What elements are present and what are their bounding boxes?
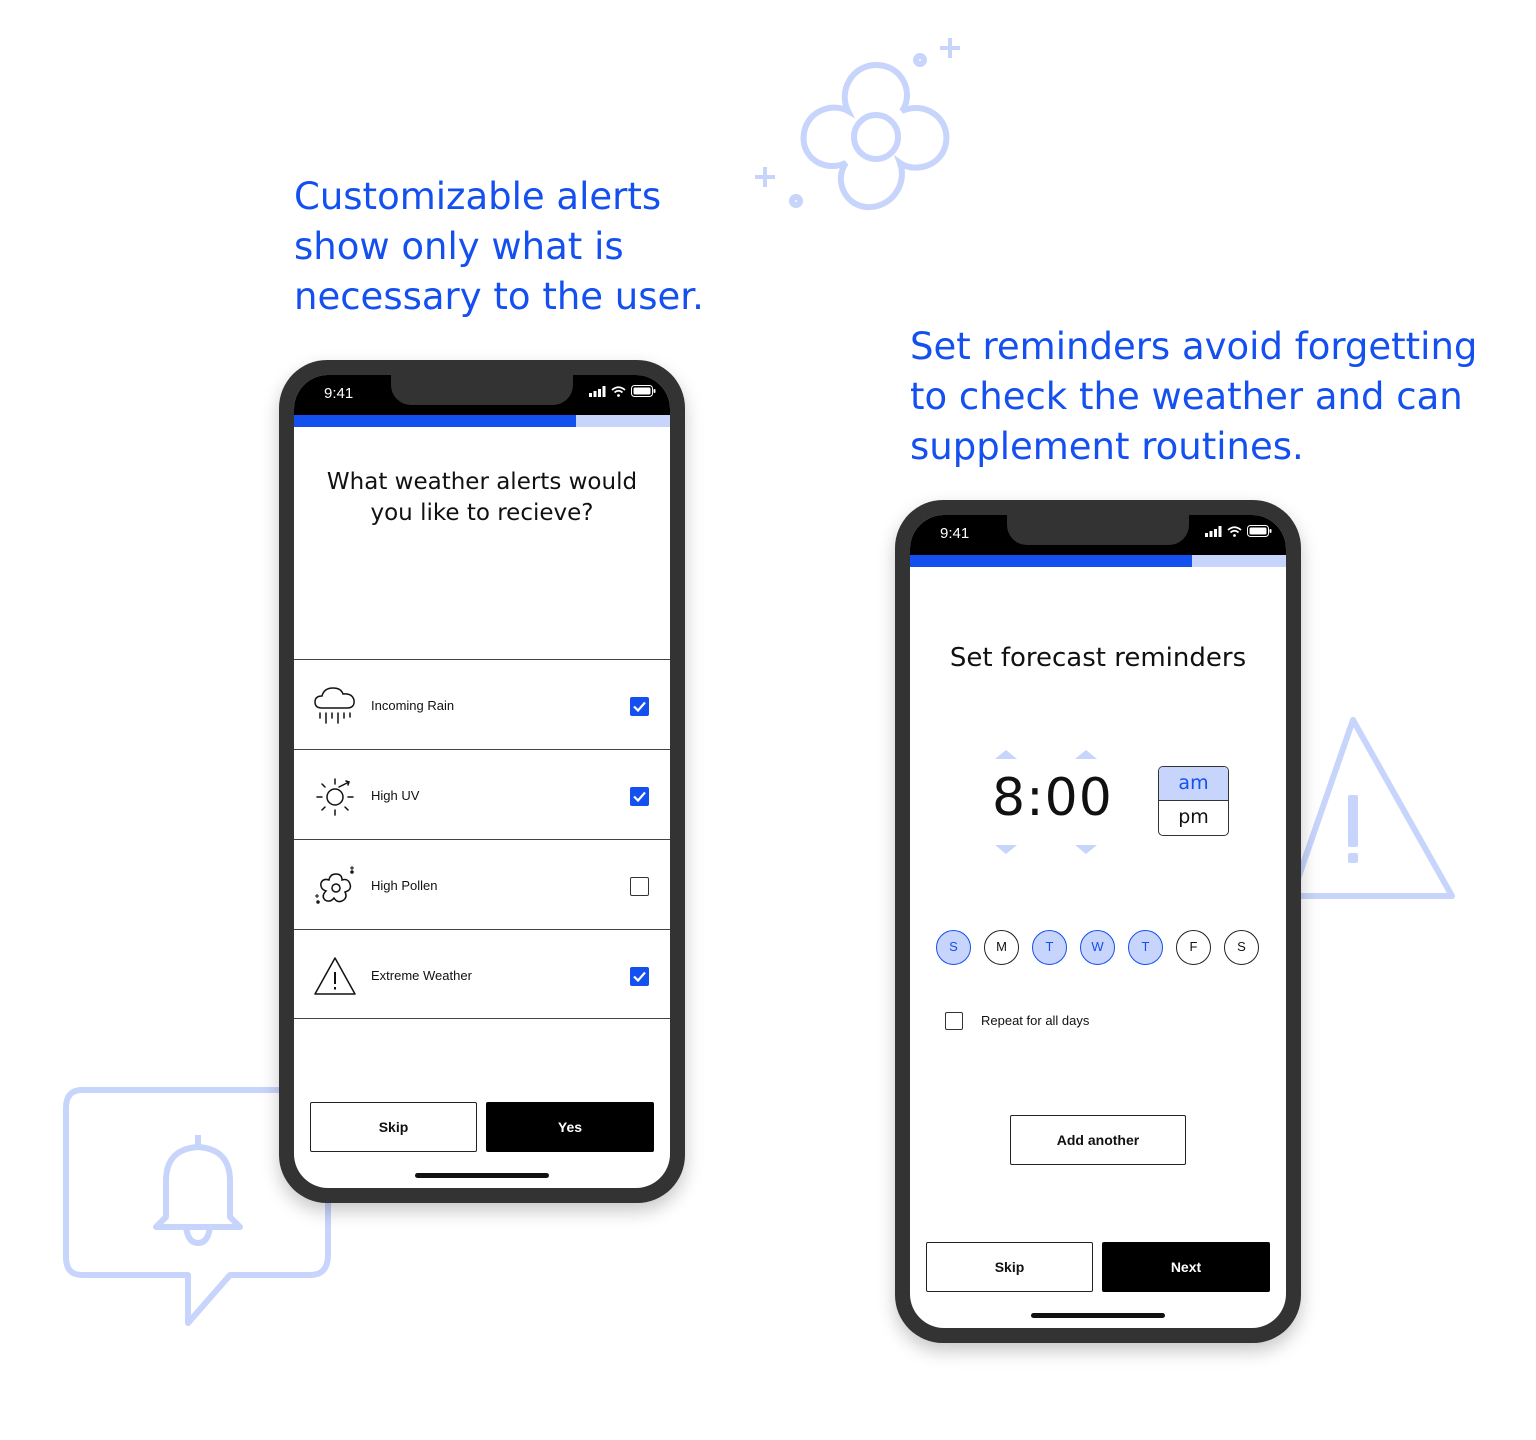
status-time: 9:41 [324,385,354,402]
pm-option[interactable]: pm [1159,801,1228,835]
battery-icon [631,385,656,397]
flower-icon [755,38,960,211]
home-indicator [415,1173,549,1178]
day-tuesday[interactable]: T [1032,930,1067,965]
alert-checkbox[interactable] [630,697,649,716]
warning-triangle-icon [1290,717,1455,899]
wifi-icon [1227,525,1242,537]
rain-cloud-icon [314,687,355,724]
pollen-flower-icon [315,866,354,904]
minute-up-arrow[interactable] [1075,750,1097,759]
minute-down-arrow[interactable] [1075,845,1097,854]
day-friday[interactable]: F [1176,930,1211,965]
caption-line: Customizable alerts [294,175,662,218]
alert-row-high-pollen[interactable]: High Pollen [294,839,670,929]
caption-line: supplement routines. [910,425,1304,468]
notch [391,375,573,405]
repeat-label: Repeat for all days [981,1013,1090,1028]
caption-customizable-alerts: Customizable alerts show only what is ne… [294,172,704,322]
hour-up-arrow[interactable] [995,750,1017,759]
am-option[interactable]: am [1159,767,1228,801]
question-title: What weather alerts would you like to re… [294,467,670,529]
question-line: you like to recieve? [370,500,594,526]
phone-screen: 9:41 What weather alerts would you like … [294,375,670,1188]
skip-button[interactable]: Skip [926,1242,1093,1292]
signal-icon [589,385,606,397]
alert-label: High Pollen [371,878,438,893]
progress-bar [294,415,670,427]
day-monday[interactable]: M [984,930,1019,965]
status-icons [1205,525,1272,537]
caption-line: Set reminders avoid forgetting [910,325,1478,368]
sun-icon [316,778,354,816]
caption-set-reminders: Set reminders avoid forgetting to check … [910,322,1477,472]
status-bar: 9:41 [294,375,670,415]
alert-label: Incoming Rain [371,698,455,713]
ampm-toggle[interactable]: am pm [1158,766,1229,836]
next-button[interactable]: Next [1102,1242,1270,1292]
wifi-icon [611,385,626,397]
skip-button[interactable]: Skip [310,1102,477,1152]
status-icons [589,385,656,397]
alert-label: High UV [371,788,420,803]
alert-checkbox[interactable] [630,877,649,896]
checkmark-icon [633,701,646,713]
alert-row-high-uv[interactable]: High UV [294,749,670,839]
phone-screen: 9:41 Set forecast reminders 8:00 am pm S… [910,515,1286,1328]
day-thursday[interactable]: T [1128,930,1163,965]
add-another-button[interactable]: Add another [1010,1115,1186,1165]
progress-fill [294,415,576,427]
status-time: 9:41 [940,525,970,542]
phone-reminders: 9:41 Set forecast reminders 8:00 am pm S… [895,500,1301,1343]
yes-button[interactable]: Yes [486,1102,654,1152]
day-saturday[interactable]: S [1224,930,1259,965]
time-value[interactable]: 8:00 [992,768,1113,828]
caption-line: necessary to the user. [294,275,704,318]
signal-icon [1205,525,1222,537]
alert-checkbox[interactable] [630,967,649,986]
alert-row-incoming-rain[interactable]: Incoming Rain [294,659,670,749]
progress-fill [910,555,1192,567]
reminders-title: Set forecast reminders [949,643,1247,673]
caption-line: to check the weather and can [910,375,1463,418]
hour-down-arrow[interactable] [995,845,1017,854]
status-bar: 9:41 [910,515,1286,555]
battery-icon [1247,525,1272,537]
progress-bar [910,555,1286,567]
checkmark-icon [633,971,646,983]
day-sunday[interactable]: S [936,930,971,965]
alert-label: Extreme Weather [371,968,472,983]
repeat-checkbox[interactable] [945,1012,963,1030]
warning-icon [314,957,356,995]
notch [1007,515,1189,545]
caption-line: show only what is [294,225,624,268]
alert-checkbox[interactable] [630,787,649,806]
checkmark-icon [633,791,646,803]
day-wednesday[interactable]: W [1080,930,1115,965]
question-line: What weather alerts would [326,469,638,495]
alert-row-extreme-weather[interactable]: Extreme Weather [294,929,670,1019]
phone-alerts: 9:41 What weather alerts would you like … [279,360,685,1203]
home-indicator [1031,1313,1165,1318]
